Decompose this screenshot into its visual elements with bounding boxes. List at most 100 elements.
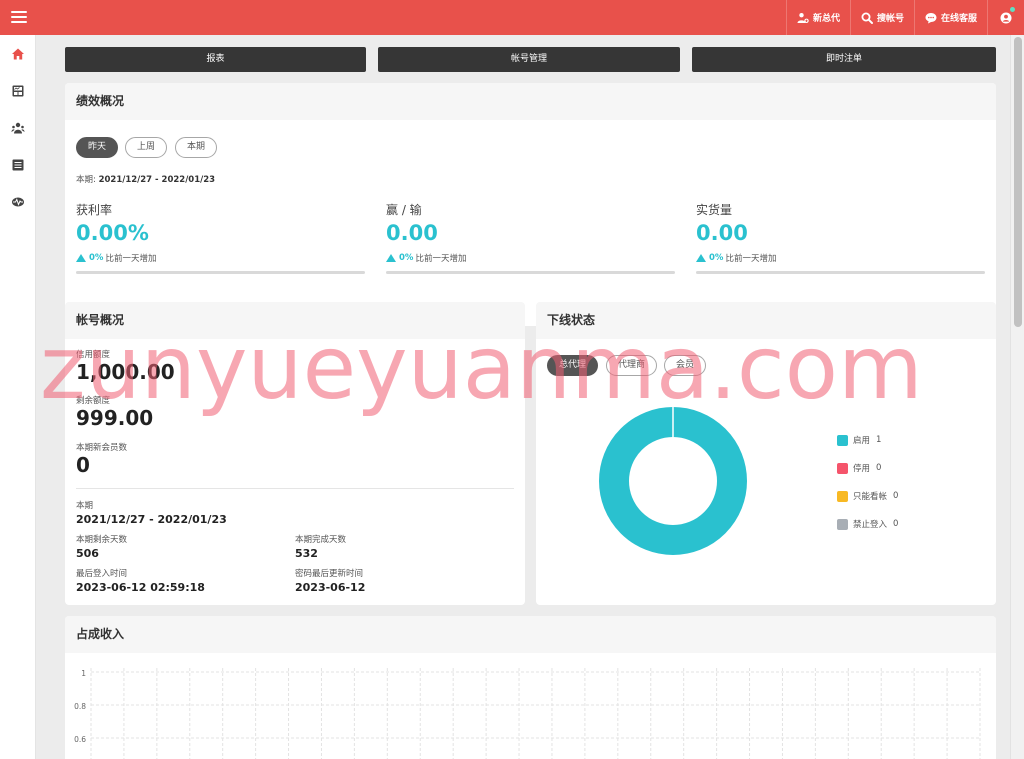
period-value: 2021/12/27 - 2022/01/23: [98, 175, 216, 185]
tab-member[interactable]: 会员: [664, 355, 707, 376]
credit-limit-value: 1,000.00: [76, 360, 175, 384]
password-update-value: 2023-06-12: [295, 581, 366, 594]
accounts-icon[interactable]: [11, 121, 25, 135]
users-add-icon: [797, 12, 809, 23]
legend-label: 启用: [853, 436, 871, 446]
credit-limit-label: 信用额度: [76, 350, 111, 360]
list-icon[interactable]: [11, 158, 25, 172]
metric-cmp-text: 比前一天增加: [105, 254, 157, 264]
legend-swatch: [837, 462, 848, 474]
y-tick-label: 0.8: [74, 702, 86, 711]
password-update-info: 密码最后更新时间 2023-06-12: [295, 567, 365, 594]
metric-progress-bar: [696, 271, 985, 274]
account-management-button[interactable]: 帐号管理: [378, 47, 680, 72]
search-account-label: 搜帐号: [876, 14, 904, 24]
search-icon: [861, 12, 873, 24]
new-members-label: 本期新会员数: [76, 443, 128, 453]
period-label: 本期:: [76, 175, 96, 185]
metric-value: 0.00%: [76, 221, 149, 245]
metric-comparison: 0% 比前一天增加: [386, 252, 675, 264]
legend-label: 停用: [853, 464, 871, 474]
tab-last-week[interactable]: 上周: [125, 137, 168, 158]
new-members-block: 本期新会员数 0: [76, 441, 127, 477]
legend-swatch: [837, 434, 848, 446]
tab-yesterday[interactable]: 昨天: [76, 137, 119, 158]
legend-count: 1: [876, 435, 882, 445]
new-general-agent-label: 新总代: [812, 14, 840, 24]
legend-label: 禁止登入: [853, 520, 888, 530]
share-income-title: 占成收入: [65, 616, 996, 653]
remaining-credit-value: 999.00: [76, 406, 154, 430]
performance-title: 绩效概况: [65, 83, 996, 120]
instant-bets-button[interactable]: 即时注单: [692, 47, 996, 72]
metric-label: 实货量: [696, 203, 733, 217]
metric-progress-bar: [386, 271, 675, 274]
user-menu-button[interactable]: [987, 0, 1024, 35]
remaining-credit-label: 剩余额度: [76, 396, 111, 406]
metric-actual-volume: 实货量 0.00 0% 比前一天增加: [696, 201, 985, 274]
legend-count: 0: [893, 519, 899, 529]
metric-pct: 0%: [89, 253, 104, 263]
share-income-chart: 1 0.8 0.6: [74, 668, 981, 759]
metric-profit-rate: 获利率 0.00% 0% 比前一天增加: [76, 201, 365, 274]
metric-win-loss: 赢 / 输 0.00 0% 比前一天增加: [386, 201, 675, 274]
metric-cmp-text: 比前一天增加: [725, 254, 777, 264]
metric-comparison: 0% 比前一天增加: [696, 252, 985, 264]
main-content: 报表 帐号管理 即时注单 绩效概况 昨天 上周 本期 本期: 2021/12/2…: [36, 35, 1010, 759]
last-login-info: 最后登入时间 2023-06-12 02:59:18: [76, 567, 205, 594]
downline-status-card: 下线状态 总代理 代理商 会员 启用 1 停用 0 只能看帐 0 禁止登入 0: [536, 302, 996, 605]
completed-days-info: 本期完成天数 532: [295, 533, 346, 560]
up-triangle-icon: [386, 254, 396, 262]
hamburger-menu-icon[interactable]: [10, 8, 28, 26]
search-account-button[interactable]: 搜帐号: [849, 0, 914, 35]
tab-agent[interactable]: 代理商: [606, 355, 658, 376]
credit-limit-block: 信用额度 1,000.00: [76, 348, 175, 384]
legend-swatch: [837, 490, 848, 502]
last-login-value: 2023-06-12 02:59:18: [76, 581, 205, 594]
remaining-credit-block: 剩余额度 999.00: [76, 394, 153, 430]
metric-pct: 0%: [399, 253, 414, 263]
current-period-label: 本期: [76, 501, 94, 511]
online-status-dot: [1010, 7, 1015, 12]
sidebar: [0, 35, 36, 759]
legend-count: 0: [876, 463, 882, 473]
remaining-days-value: 506: [76, 547, 99, 560]
activity-icon[interactable]: [11, 195, 25, 209]
user-circle-icon: [1000, 12, 1012, 23]
report-icon[interactable]: [11, 84, 25, 98]
scrollbar-thumb[interactable]: [1014, 37, 1022, 327]
completed-days-value: 532: [295, 547, 318, 560]
legend-item-view-only: 只能看帐 0: [837, 482, 898, 510]
legend-item-login-banned: 禁止登入 0: [837, 510, 898, 538]
y-tick-label: 0.6: [74, 735, 86, 744]
report-button[interactable]: 报表: [65, 47, 366, 72]
divider: [76, 488, 514, 489]
top-actions: 新总代 搜帐号 在线客服: [785, 0, 1024, 35]
current-period-value: 2021/12/27 - 2022/01/23: [76, 513, 227, 526]
new-members-value: 0: [76, 453, 90, 477]
page-scrollbar[interactable]: [1010, 35, 1024, 759]
legend-swatch: [837, 518, 848, 530]
top-bar: 新总代 搜帐号 在线客服: [0, 0, 1024, 35]
new-general-agent-button[interactable]: 新总代: [785, 0, 850, 35]
downline-donut-chart: [599, 407, 747, 555]
period-text: 本期: 2021/12/27 - 2022/01/23: [76, 173, 215, 185]
metric-comparison: 0% 比前一天增加: [76, 252, 365, 264]
metric-value: 0.00: [386, 221, 438, 245]
metric-cmp-text: 比前一天增加: [415, 254, 467, 264]
up-triangle-icon: [696, 254, 706, 262]
tab-this-period[interactable]: 本期: [175, 137, 218, 158]
home-icon[interactable]: [11, 47, 25, 61]
downline-status-title: 下线状态: [536, 302, 996, 339]
metric-progress-bar: [76, 271, 365, 274]
legend-label: 只能看帐: [853, 492, 888, 502]
online-support-button[interactable]: 在线客服: [913, 0, 987, 35]
account-overview-card: 帐号概况 信用额度 1,000.00 剩余额度 999.00 本期新会员数 0 …: [65, 302, 525, 605]
password-update-label: 密码最后更新时间: [295, 569, 364, 579]
last-login-label: 最后登入时间: [76, 569, 128, 579]
metric-label: 获利率: [76, 203, 113, 217]
completed-days-label: 本期完成天数: [295, 535, 347, 545]
tab-general-agent[interactable]: 总代理: [547, 355, 599, 376]
account-overview-title: 帐号概况: [65, 302, 525, 339]
remaining-days-info: 本期剩余天数 506: [76, 533, 127, 560]
